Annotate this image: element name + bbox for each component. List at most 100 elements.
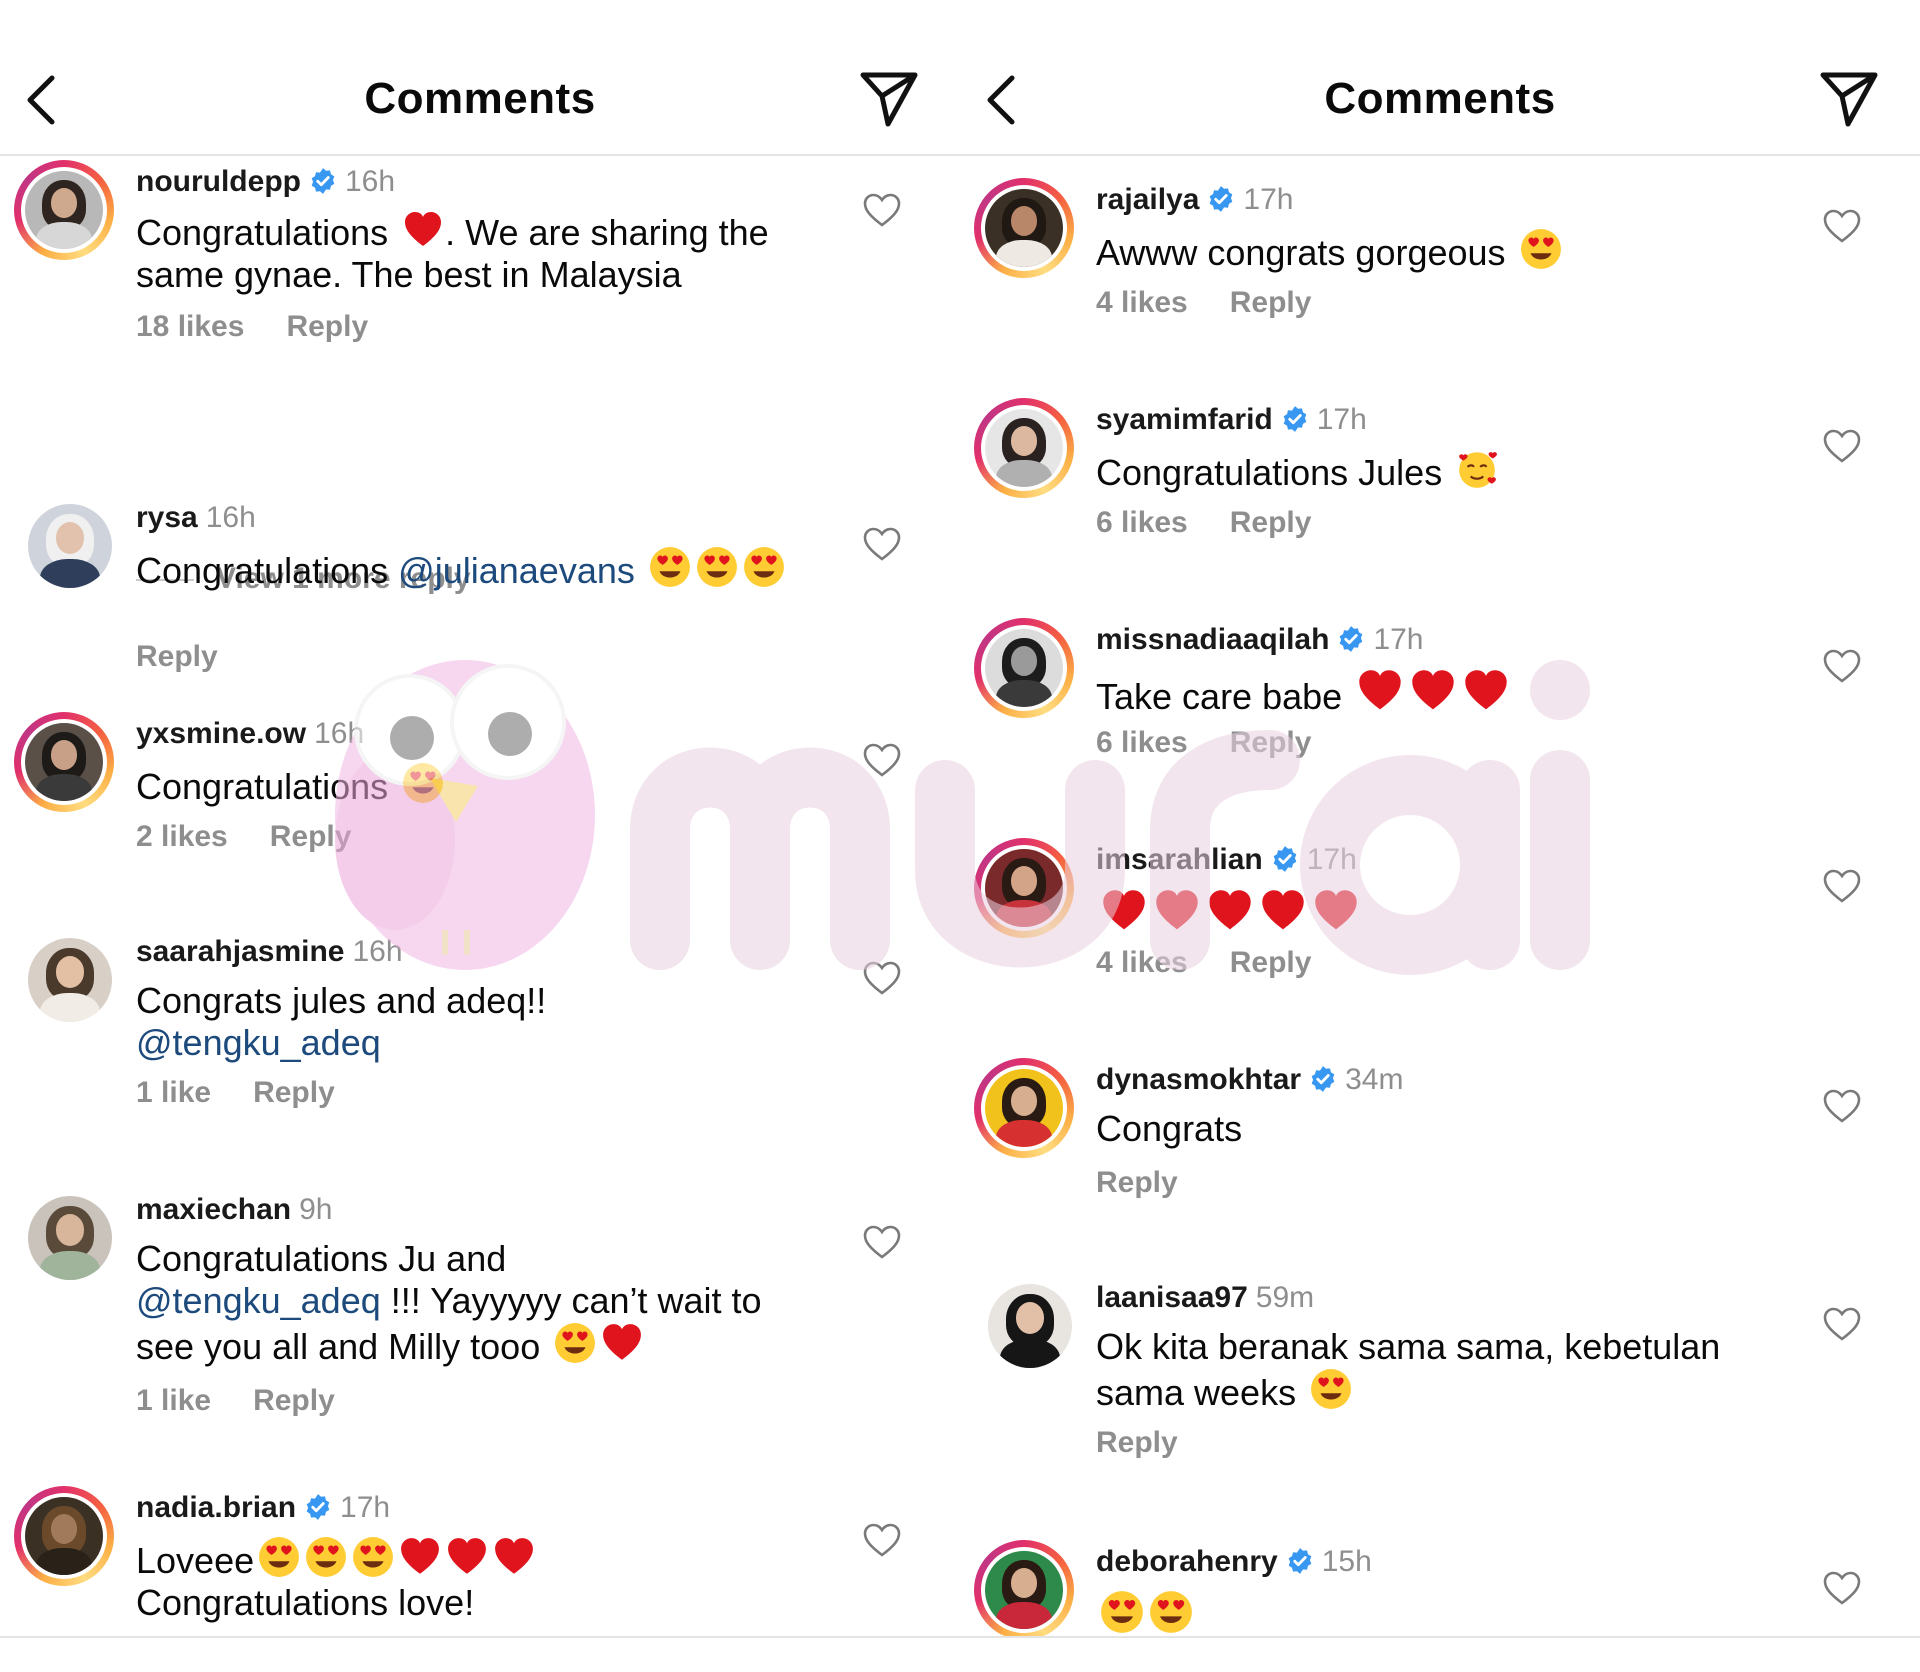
reply-button[interactable]: Reply (1096, 1166, 1178, 1199)
heart-eyes-emoji (351, 1536, 395, 1578)
avatar[interactable] (14, 712, 114, 812)
paper-plane-icon[interactable] (1818, 70, 1880, 128)
likes-count[interactable]: 1 like (136, 1076, 211, 1109)
comment-text: Congrats jules and adeq!! @tengku_adeq (136, 980, 547, 1063)
mention-link[interactable]: @tengku_adeq (136, 1022, 381, 1063)
reply-button[interactable]: Reply (1230, 506, 1312, 539)
heart-eyes-emoji (401, 762, 445, 804)
username[interactable]: syamimfarid (1096, 403, 1273, 436)
avatar[interactable] (974, 1540, 1074, 1636)
verified-badge-icon (1337, 625, 1365, 653)
heart-eyes-emoji (1519, 228, 1563, 270)
heart-eyes-emoji (1148, 1590, 1194, 1634)
reply-button[interactable]: Reply (1230, 726, 1312, 759)
avatar[interactable] (974, 618, 1074, 718)
like-heart-icon[interactable] (1822, 1088, 1862, 1124)
like-heart-icon[interactable] (862, 742, 902, 778)
like-heart-icon[interactable] (1822, 428, 1862, 464)
reply-button[interactable]: Reply (1096, 1426, 1178, 1459)
red-heart-emoji (1311, 888, 1361, 934)
timestamp: 17h (340, 1491, 391, 1524)
username[interactable]: deborahenry (1096, 1545, 1278, 1578)
comment-text: Congratulations @julianaevans (136, 546, 816, 592)
like-heart-icon[interactable] (1822, 868, 1862, 904)
like-heart-icon[interactable] (862, 526, 902, 562)
comment-text: Congratulations Jules (1096, 448, 1776, 494)
comment-text: Congratulations Ju and @tengku_adeq !!! … (136, 1238, 762, 1367)
avatar[interactable] (28, 1196, 112, 1280)
red-heart-emoji (401, 210, 445, 250)
paper-plane-icon[interactable] (858, 70, 920, 128)
likes-count[interactable]: 6 likes (1096, 726, 1188, 759)
likes-count[interactable]: 18 likes (136, 310, 244, 343)
verified-badge-icon (309, 167, 337, 195)
username[interactable]: maxiechan (136, 1193, 291, 1226)
like-heart-icon[interactable] (1822, 1306, 1862, 1342)
likes-count[interactable]: 4 likes (1096, 946, 1188, 979)
red-heart-emoji (1461, 668, 1511, 714)
reply-button[interactable]: Reply (270, 820, 352, 853)
timestamp: 16h (314, 717, 365, 750)
username[interactable]: yxsmine.ow (136, 717, 306, 750)
timestamp: 15h (1321, 1545, 1372, 1578)
username[interactable]: nouruldepp (136, 165, 301, 198)
like-heart-icon[interactable] (1822, 208, 1862, 244)
likes-count[interactable]: 2 likes (136, 820, 228, 853)
reply-button[interactable]: Reply (136, 640, 218, 673)
mention-link[interactable]: @julianaevans (398, 550, 635, 591)
username[interactable]: laanisaa97 (1096, 1281, 1248, 1314)
verified-badge-icon (304, 1493, 332, 1521)
avatar[interactable] (974, 398, 1074, 498)
heart-eyes-emoji (304, 1536, 348, 1578)
like-heart-icon[interactable] (862, 960, 902, 996)
comment-text: Take care babe (1096, 668, 1776, 718)
avatar[interactable] (974, 178, 1074, 278)
like-heart-icon[interactable] (862, 192, 902, 228)
comment-list: nouruldepp 16h Congratulations . We are s… (0, 156, 960, 1636)
red-heart-emoji (445, 1536, 489, 1578)
comment-text: Ok kita beranak sama sama, kebetulan sam… (1096, 1326, 1721, 1413)
left-comments-screen: Comments nouruldepp 16h Congratulations .… (0, 0, 960, 1672)
avatar[interactable] (988, 1284, 1072, 1368)
username[interactable]: missnadiaaqilah (1096, 623, 1329, 656)
like-heart-icon[interactable] (862, 1224, 902, 1260)
heart-eyes-emoji (1099, 1590, 1145, 1634)
likes-count[interactable]: 4 likes (1096, 286, 1188, 319)
username[interactable]: imsarahlian (1096, 843, 1263, 876)
like-heart-icon[interactable] (862, 1522, 902, 1558)
reply-button[interactable]: Reply (286, 310, 368, 343)
reply-button[interactable]: Reply (253, 1384, 335, 1417)
avatar[interactable] (974, 838, 1074, 938)
likes-count[interactable]: 1 like (136, 1384, 211, 1417)
username[interactable]: dynasmokhtar (1096, 1063, 1301, 1096)
comment-text: Congrats (1096, 1108, 1243, 1149)
avatar[interactable] (28, 938, 112, 1022)
page-title: Comments (364, 74, 596, 123)
smiling-face-with-hearts-emoji (1455, 448, 1499, 490)
avatar[interactable] (14, 160, 114, 260)
timestamp: 16h (205, 501, 256, 534)
reply-button[interactable]: Reply (1230, 286, 1312, 319)
like-heart-icon[interactable] (1822, 648, 1862, 684)
mention-link[interactable]: @tengku_adeq (136, 1280, 381, 1321)
timestamp: 34m (1345, 1063, 1404, 1096)
comment-text: Congratulations (136, 762, 816, 808)
reply-button[interactable]: Reply (253, 1076, 335, 1109)
username[interactable]: rysa (136, 501, 198, 534)
timestamp: 17h (1306, 843, 1357, 876)
username[interactable]: saarahjasmine (136, 935, 344, 968)
red-heart-emoji (1355, 668, 1405, 714)
avatar[interactable] (974, 1058, 1074, 1158)
comment-text: Loveee Congratulations love! (136, 1536, 816, 1624)
username[interactable]: rajailya (1096, 183, 1199, 216)
reply-button[interactable]: Reply (1230, 946, 1312, 979)
username[interactable]: nadia.brian (136, 1491, 296, 1524)
likes-count[interactable]: 6 likes (1096, 506, 1188, 539)
heart-eyes-emoji (257, 1536, 301, 1578)
timestamp: 16h (344, 165, 396, 198)
divider (0, 1636, 1920, 1638)
heart-eyes-emoji (695, 546, 739, 588)
like-heart-icon[interactable] (1822, 1570, 1862, 1606)
avatar[interactable] (28, 504, 112, 588)
avatar[interactable] (14, 1486, 114, 1586)
